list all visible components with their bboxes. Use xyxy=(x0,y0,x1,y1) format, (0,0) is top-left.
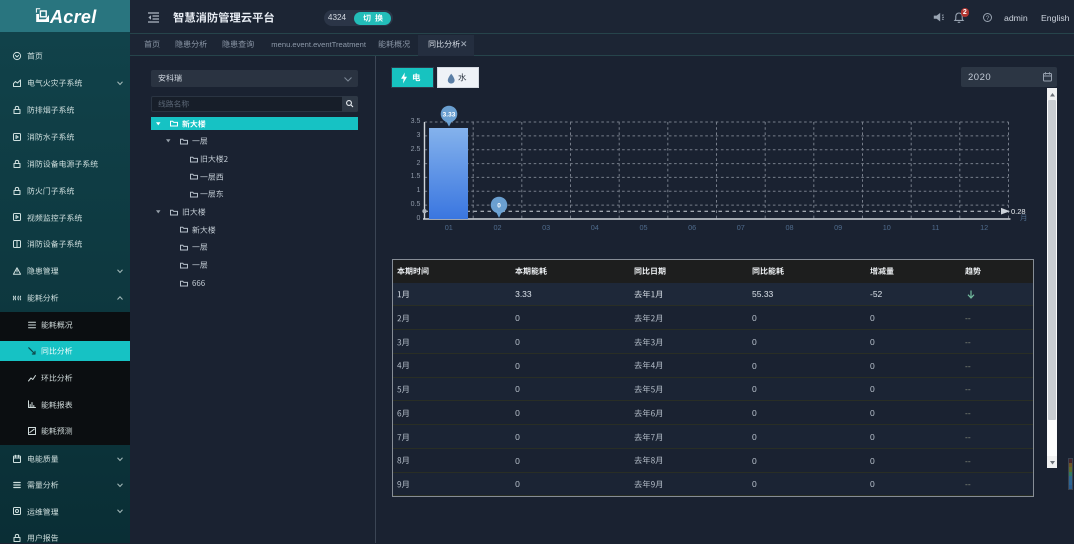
svg-text:0: 0 xyxy=(497,202,501,209)
svg-text:3.33: 3.33 xyxy=(443,112,456,119)
